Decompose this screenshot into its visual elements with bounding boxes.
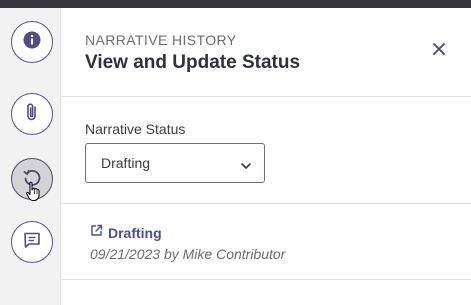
history-button[interactable] [11, 158, 53, 200]
comments-button[interactable] [11, 221, 53, 263]
divider [61, 203, 471, 204]
narrative-history-panel: NARRATIVE HISTORY View and Update Status… [61, 8, 471, 305]
divider [61, 279, 471, 280]
close-icon [433, 42, 445, 60]
history-entry-status: Drafting [108, 225, 162, 241]
paperclip-icon [23, 102, 41, 127]
chevron-down-icon [240, 158, 252, 176]
top-bar [0, 0, 471, 8]
comment-icon [22, 230, 42, 255]
status-select-value: Drafting [101, 155, 151, 171]
history-entry-link[interactable]: Drafting [90, 224, 285, 242]
status-select[interactable]: Drafting [85, 143, 265, 183]
panel-title: View and Update Status [85, 52, 301, 73]
status-field-label: Narrative Status [85, 121, 186, 137]
close-button[interactable] [429, 41, 449, 61]
divider [61, 96, 471, 97]
side-rail [0, 8, 61, 305]
attachments-button[interactable] [11, 93, 53, 135]
history-entry: Drafting 09/21/2023 by Mike Contributor [90, 224, 285, 262]
panel-eyebrow: NARRATIVE HISTORY [85, 32, 237, 48]
info-button[interactable] [11, 21, 53, 63]
history-entry-meta: 09/21/2023 by Mike Contributor [90, 246, 286, 262]
external-link-icon [90, 224, 103, 242]
info-icon [23, 31, 41, 54]
history-icon [22, 167, 42, 192]
